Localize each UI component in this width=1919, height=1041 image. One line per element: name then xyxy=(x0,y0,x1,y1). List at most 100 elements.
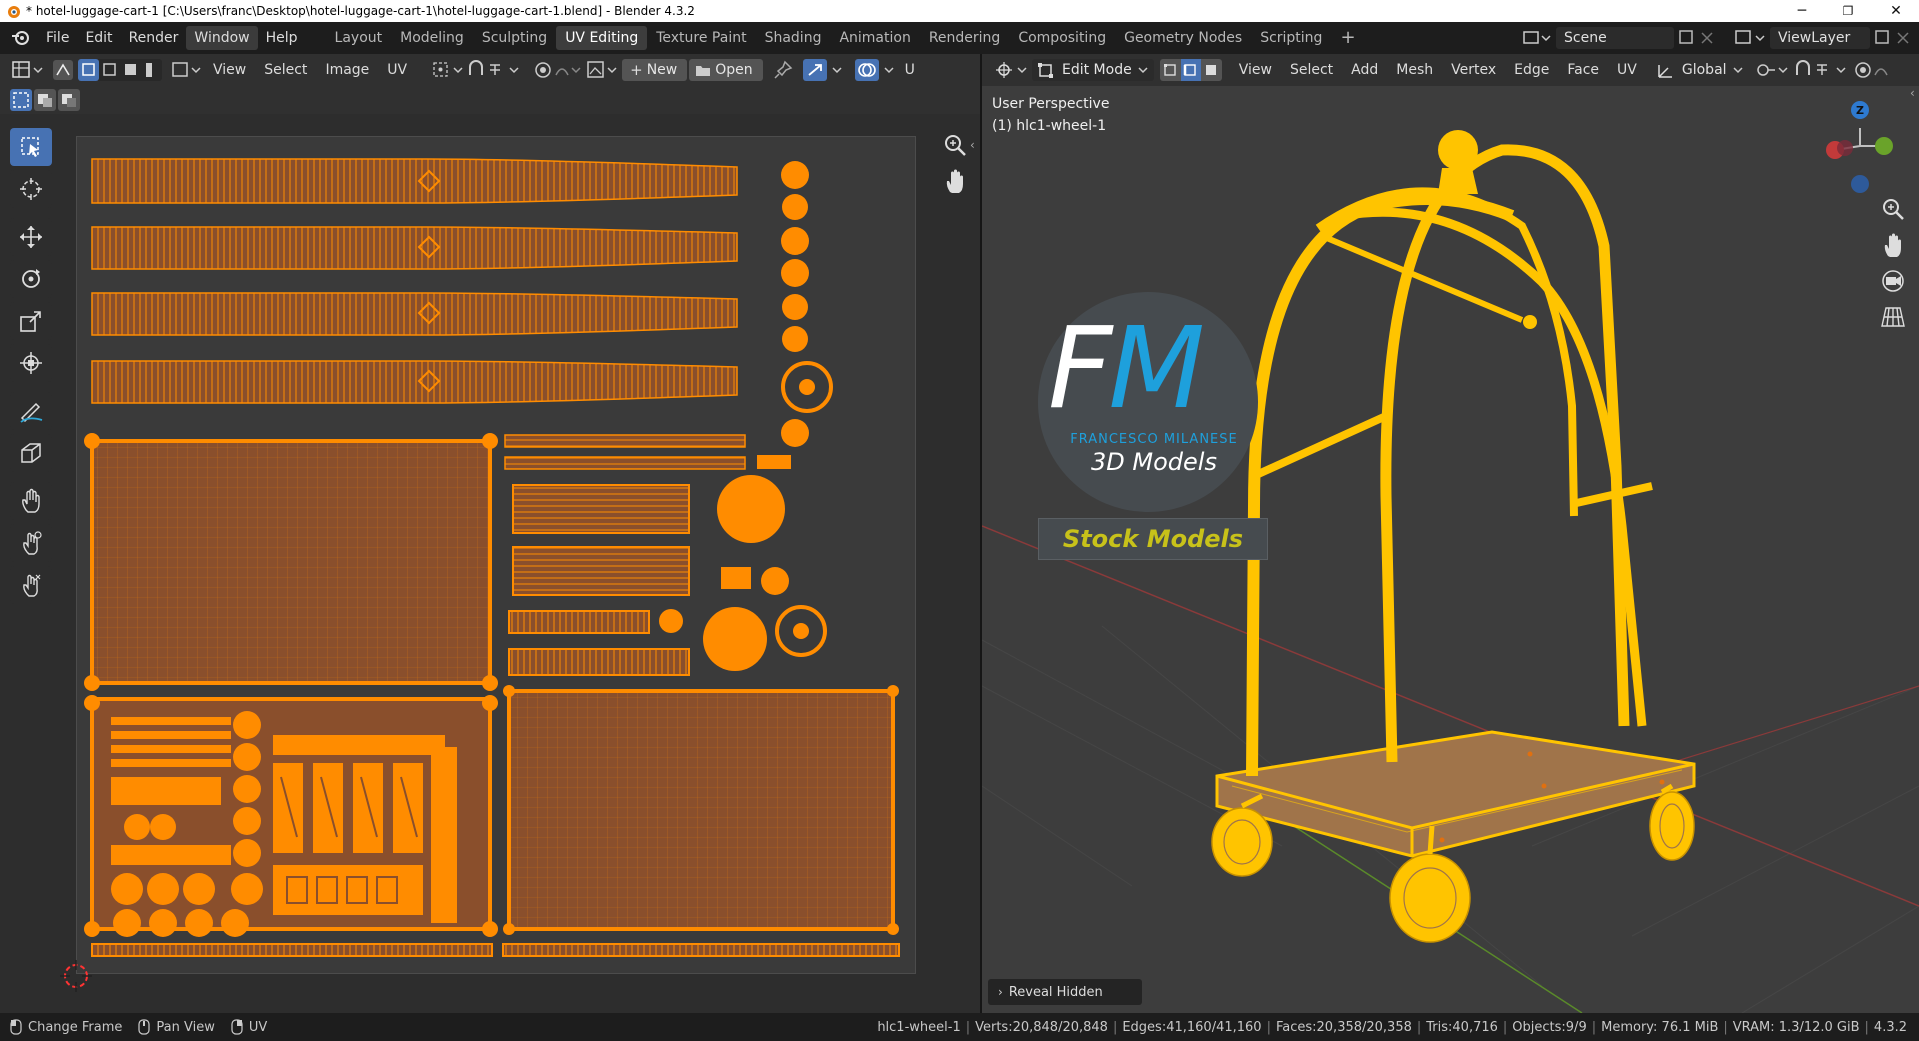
tab-uv-editing[interactable]: UV Editing xyxy=(556,26,648,50)
vp-menu-mesh[interactable]: Mesh xyxy=(1387,62,1442,78)
vp-zoom-icon[interactable] xyxy=(1878,194,1908,224)
close-button[interactable]: ✕ xyxy=(1873,0,1919,22)
tab-geometry-nodes[interactable]: Geometry Nodes xyxy=(1115,26,1251,50)
tab-layout[interactable]: Layout xyxy=(326,26,392,50)
reveal-hidden-panel[interactable]: › Reveal Hidden xyxy=(988,979,1142,1005)
new-image-button[interactable]: + New xyxy=(622,59,688,81)
overlays-icon[interactable] xyxy=(854,59,899,81)
tool-move[interactable] xyxy=(10,218,52,256)
tab-modeling[interactable]: Modeling xyxy=(391,26,473,50)
vp-menu-face[interactable]: Face xyxy=(1558,62,1608,78)
perspective-toggle-icon[interactable] xyxy=(1878,302,1908,332)
tab-texture-paint[interactable]: Texture Paint xyxy=(647,26,755,50)
maximize-button[interactable]: ❐ xyxy=(1825,0,1871,22)
open-image-button[interactable]: Open xyxy=(689,59,763,81)
tab-shading[interactable]: Shading xyxy=(756,26,831,50)
tab-sculpting[interactable]: Sculpting xyxy=(473,26,556,50)
tab-scripting[interactable]: Scripting xyxy=(1251,26,1331,50)
vp-menu-select[interactable]: Select xyxy=(1281,62,1342,78)
uv-circle-islands[interactable] xyxy=(781,161,833,447)
sidebar-toggle-icon[interactable]: ‹ xyxy=(970,138,975,152)
orientation-icon xyxy=(1656,61,1676,79)
sync-selection-icon[interactable] xyxy=(52,59,74,81)
tab-rendering[interactable]: Rendering xyxy=(920,26,1010,50)
new-scene-icon[interactable] xyxy=(1678,29,1716,47)
tab-compositing[interactable]: Compositing xyxy=(1009,26,1115,50)
uv-menu-select[interactable]: Select xyxy=(255,62,316,78)
menu-file[interactable]: File xyxy=(38,26,77,50)
vp-menu-add[interactable]: Add xyxy=(1342,62,1387,78)
add-workspace-button[interactable]: + xyxy=(1331,26,1364,50)
proportional-editing-icon[interactable] xyxy=(532,59,584,81)
minimize-button[interactable]: ─ xyxy=(1779,0,1825,22)
folder-icon xyxy=(689,63,715,77)
tab-animation[interactable]: Animation xyxy=(830,26,919,50)
scene-icon[interactable] xyxy=(1520,27,1554,49)
stat-version: 4.3.2 xyxy=(1873,1019,1907,1035)
menu-window[interactable]: Window xyxy=(186,26,258,50)
transform-orientation[interactable]: Global xyxy=(1656,61,1743,79)
new-viewlayer-icon[interactable] xyxy=(1874,29,1914,47)
menu-render[interactable]: Render xyxy=(121,26,187,50)
editor-type-icon[interactable] xyxy=(10,59,46,81)
tool-rip-region[interactable] xyxy=(10,434,52,472)
uv-strip-group[interactable] xyxy=(91,158,738,404)
mode-selector[interactable]: Edit Mode xyxy=(1032,59,1154,81)
uv-menu-image[interactable]: Image xyxy=(316,62,378,78)
fm-logo-m: M xyxy=(1108,304,1205,434)
uv-editor-area[interactable]: ‹ xyxy=(0,114,980,1013)
blender-menu-icon[interactable] xyxy=(10,29,32,47)
vp-sidebar-toggle-icon[interactable]: ‹ xyxy=(1910,86,1915,100)
menu-help[interactable]: Help xyxy=(258,26,306,50)
reveal-hidden-label: Reveal Hidden xyxy=(1008,984,1103,1000)
viewlayer-icon[interactable] xyxy=(1732,27,1770,49)
uv-middle-islands[interactable] xyxy=(504,434,827,676)
selection-mode-icons[interactable] xyxy=(10,89,80,111)
tool-relax[interactable] xyxy=(10,524,52,562)
pivot-point-icon[interactable] xyxy=(430,59,466,81)
sticky-selection-icon[interactable] xyxy=(170,59,204,81)
tool-annotate[interactable] xyxy=(10,392,52,430)
tool-select-box[interactable] xyxy=(10,128,52,166)
mesh-select-mode-icons[interactable] xyxy=(1159,59,1222,81)
vp-menu-edge[interactable]: Edge xyxy=(1505,62,1558,78)
scene-field[interactable]: Scene xyxy=(1556,27,1674,49)
pan-view-icon[interactable] xyxy=(940,166,970,196)
vp-proportional-icon[interactable] xyxy=(1853,59,1893,81)
menu-edit[interactable]: Edit xyxy=(77,26,120,50)
uv-menu-view[interactable]: View xyxy=(204,62,255,78)
vp-menu-vertex[interactable]: Vertex xyxy=(1442,62,1505,78)
camera-view-icon[interactable] xyxy=(1878,266,1908,296)
3d-viewport[interactable]: Z User Perspective (1) hlc1-wheel-1 FM F… xyxy=(982,86,1919,1013)
select-mode-icons[interactable] xyxy=(78,59,162,81)
viewlayer-field[interactable]: ViewLayer xyxy=(1770,27,1870,49)
image-browse-icon[interactable] xyxy=(584,59,620,81)
zoom-view-icon[interactable] xyxy=(940,130,970,160)
stat-objects: Objects:9/9 xyxy=(1512,1019,1587,1035)
mouse-left-icon xyxy=(10,1019,22,1035)
snap-icon[interactable] xyxy=(466,59,526,81)
pin-icon[interactable] xyxy=(773,60,793,80)
vp-snap-icon[interactable] xyxy=(1793,59,1853,81)
vp-pivot-icon[interactable] xyxy=(1755,59,1791,81)
tool-cursor[interactable] xyxy=(10,170,52,208)
tool-scale[interactable] xyxy=(10,302,52,340)
vp-pan-icon[interactable] xyxy=(1878,230,1908,260)
uv-panel-bottom-right[interactable] xyxy=(507,689,895,931)
tool-transform[interactable] xyxy=(10,344,52,382)
tool-grab[interactable] xyxy=(10,482,52,520)
fm-logo: FM xyxy=(1048,313,1205,425)
uv-islands[interactable] xyxy=(77,137,915,973)
tool-pinch[interactable] xyxy=(10,566,52,604)
vp-menu-view[interactable]: View xyxy=(1230,62,1281,78)
luggage-cart-mesh[interactable] xyxy=(1211,130,1696,943)
vp-menu-uv[interactable]: UV xyxy=(1608,62,1646,78)
viewport-editor-type-icon[interactable] xyxy=(994,59,1030,81)
uv-image-bounds[interactable] xyxy=(76,136,916,974)
uv-menu-uv[interactable]: UV xyxy=(378,62,416,78)
gizmo-toggle-icon[interactable] xyxy=(802,59,847,81)
fm-brand-text: FRANCESCO MILANESE xyxy=(1070,432,1238,447)
grab-icon xyxy=(22,488,40,513)
uv-panel-top-left[interactable] xyxy=(90,439,492,685)
tool-rotate[interactable] xyxy=(10,260,52,298)
